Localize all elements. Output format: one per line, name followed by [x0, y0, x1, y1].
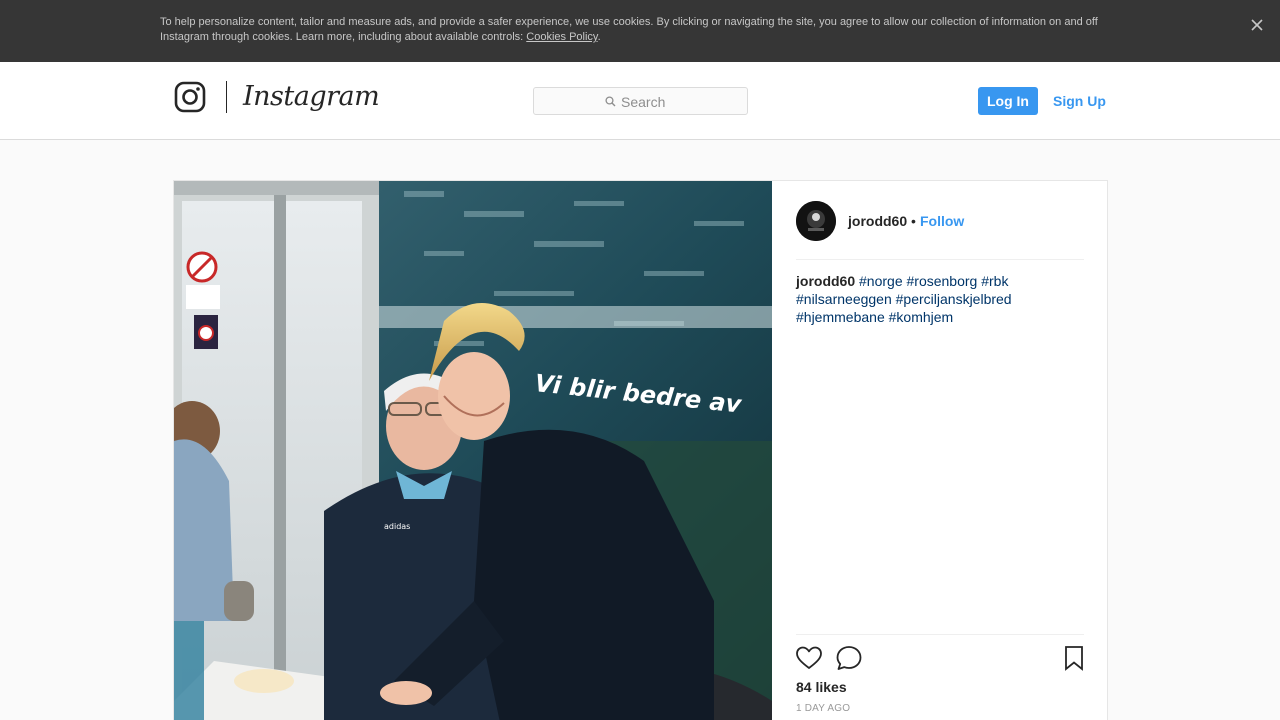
cookie-notice-text: To help personalize content, tailor and … [160, 15, 1120, 45]
search-placeholder: Search [621, 94, 666, 110]
caption-username[interactable]: jorodd60 [796, 273, 855, 289]
follow-button[interactable]: Follow [920, 213, 964, 229]
likes-count[interactable]: 84 likes [796, 678, 847, 696]
top-navigation: Instagram Search Log In Sign Up [0, 62, 1280, 140]
cookies-policy-link[interactable]: Cookies Policy [526, 31, 597, 43]
hashtag-link[interactable]: #nilsarneeggen [796, 291, 892, 307]
hashtag-link[interactable]: #rbk [981, 273, 1008, 289]
bookmark-icon[interactable] [1060, 644, 1088, 672]
svg-text:adidas: adidas [384, 522, 410, 531]
instagram-wordmark[interactable]: Instagram [243, 80, 380, 114]
hashtag-link[interactable]: #norge [859, 273, 903, 289]
cookie-banner: To help personalize content, tailor and … [0, 0, 1280, 62]
post-timestamp[interactable]: 1 DAY AGO [796, 703, 850, 715]
search-icon [605, 96, 616, 107]
divider [796, 259, 1084, 260]
avatar-image [796, 201, 836, 241]
post-photo[interactable]: Vi blir bedre av frem Du ikke h ikke ha [174, 181, 772, 720]
avatar[interactable] [796, 201, 836, 241]
hashtag-link[interactable]: #perciljanskjelbred [896, 291, 1012, 307]
cookie-notice-body: To help personalize content, tailor and … [160, 16, 1098, 43]
heart-icon[interactable] [795, 644, 823, 672]
post-photo-illustration: Vi blir bedre av frem Du ikke h ikke ha [174, 181, 772, 720]
post-card: Vi blir bedre av frem Du ikke h ikke ha [173, 180, 1108, 720]
separator-dot: • [911, 213, 916, 229]
divider [796, 634, 1084, 635]
close-icon[interactable] [1248, 16, 1266, 34]
post-username[interactable]: jorodd60 [848, 213, 907, 229]
instagram-glyph-icon[interactable] [174, 81, 206, 113]
search-input[interactable]: Search [533, 87, 748, 115]
comment-icon[interactable] [835, 644, 863, 672]
caption: jorodd60 #norge #rosenborg #rbk #nilsarn… [796, 272, 1084, 326]
logo-divider [226, 81, 227, 113]
hashtag-link[interactable]: #hjemmebane [796, 309, 885, 325]
hashtag-link[interactable]: #rosenborg [907, 273, 978, 289]
cookie-notice-end: . [597, 31, 601, 43]
log-in-button[interactable]: Log In [978, 87, 1038, 115]
sign-up-link[interactable]: Sign Up [1053, 93, 1106, 109]
hashtag-link[interactable]: #komhjem [889, 309, 954, 325]
